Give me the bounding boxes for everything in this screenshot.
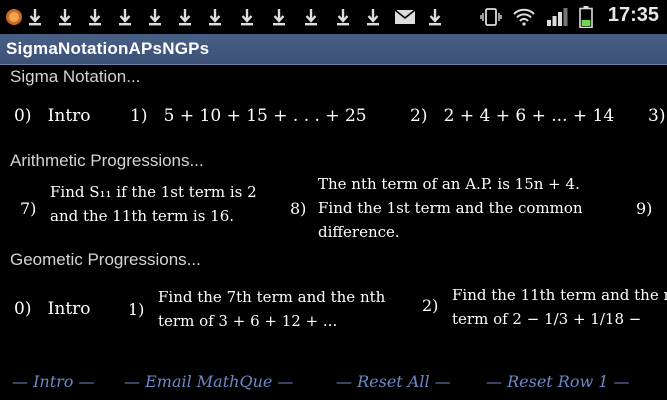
item-number: 3) (648, 106, 666, 126)
item-number: 2) (410, 106, 428, 126)
arithmetic-item-8[interactable]: The nth term of an A.P. is 15n + 4. Find… (318, 172, 583, 244)
item-number: 7) (20, 199, 37, 218)
status-bar: 17:35 (0, 0, 667, 34)
arithmetic-item-9[interactable]: 9) (636, 199, 652, 218)
item-line: and the 11th term is 16. (50, 207, 235, 225)
geometric-item-2[interactable]: Find the 11th term and the n term of 2 −… (452, 283, 667, 331)
section-heading-arithmetic: Arithmetic Progressions... (10, 151, 204, 170)
item-number: 2) (422, 296, 439, 315)
email-icon (394, 6, 416, 28)
download-icon (304, 6, 318, 28)
download-icon (118, 6, 132, 28)
download-icon (336, 6, 350, 28)
item-line: Find S₁₁ if the 1st term is 2 (50, 183, 257, 201)
item-label: 2 + 4 + 6 + ... + 14 (443, 106, 615, 126)
item-line: term of 3 + 6 + 12 + ... (158, 312, 338, 330)
item-line: Find the 11th term and the n (452, 286, 667, 304)
title-bar: SigmaNotationAPsNGPs (0, 34, 667, 65)
item-number: 1) (128, 300, 145, 319)
download-icon (148, 6, 162, 28)
section-heading-geometric: Geometic Progressions... (10, 250, 201, 269)
item-label: 5 + 10 + 15 + . . . + 25 (163, 106, 367, 126)
item-label: Intro (47, 299, 91, 319)
arithmetic-item-7[interactable]: Find S₁₁ if the 1st term is 2 and the 11… (50, 180, 257, 228)
item-number: 8) (290, 199, 307, 218)
reset-all-button[interactable]: — Reset All — (336, 372, 451, 391)
reset-row-button[interactable]: — Reset Row 1 — (486, 372, 630, 391)
download-icon (428, 6, 442, 28)
sigma-item-1[interactable]: 1) 5 + 10 + 15 + . . . + 25 (130, 106, 367, 126)
battery-icon (578, 6, 594, 28)
geometric-item-1[interactable]: Find the 7th term and the nth term of 3 … (158, 285, 385, 333)
wifi-icon (512, 6, 536, 28)
item-number: 0) (14, 106, 32, 126)
download-icon (366, 6, 380, 28)
download-icon (58, 6, 72, 28)
geometric-item-intro[interactable]: 0) Intro (14, 299, 91, 319)
sigma-item-2[interactable]: 2) 2 + 4 + 6 + ... + 14 (410, 106, 614, 126)
item-line: The nth term of an A.P. is 15n + 4. (318, 175, 580, 193)
download-icon (240, 6, 254, 28)
vibrate-icon (480, 6, 502, 28)
sigma-item-intro[interactable]: 0) Intro (14, 106, 91, 126)
sigma-item-3[interactable]: 3) (648, 106, 665, 126)
section-heading-sigma: Sigma Notation... (10, 67, 141, 86)
item-number: 1) (130, 106, 148, 126)
download-icon (178, 6, 192, 28)
email-mathque-button[interactable]: — Email MathQue — (124, 372, 293, 391)
item-label: Intro (47, 106, 91, 126)
footer-bar: — Intro — — Email MathQue — — Reset All … (0, 372, 667, 394)
download-icon (28, 6, 42, 28)
app-notification-icon (4, 6, 24, 28)
item-line: Find the 7th term and the nth (158, 288, 386, 306)
item-line: Find the 1st term and the common (318, 199, 583, 217)
download-icon (208, 6, 222, 28)
intro-button[interactable]: — Intro — (12, 372, 95, 391)
item-line: term of 2 − 1/3 + 1/18 − (452, 310, 642, 328)
status-clock: 17:35 (607, 4, 659, 26)
signal-icon (546, 6, 568, 28)
download-icon (88, 6, 102, 28)
app-title: SigmaNotationAPsNGPs (6, 39, 210, 58)
item-number: 0) (14, 299, 32, 319)
item-line: difference. (318, 223, 400, 241)
download-icon (272, 6, 286, 28)
